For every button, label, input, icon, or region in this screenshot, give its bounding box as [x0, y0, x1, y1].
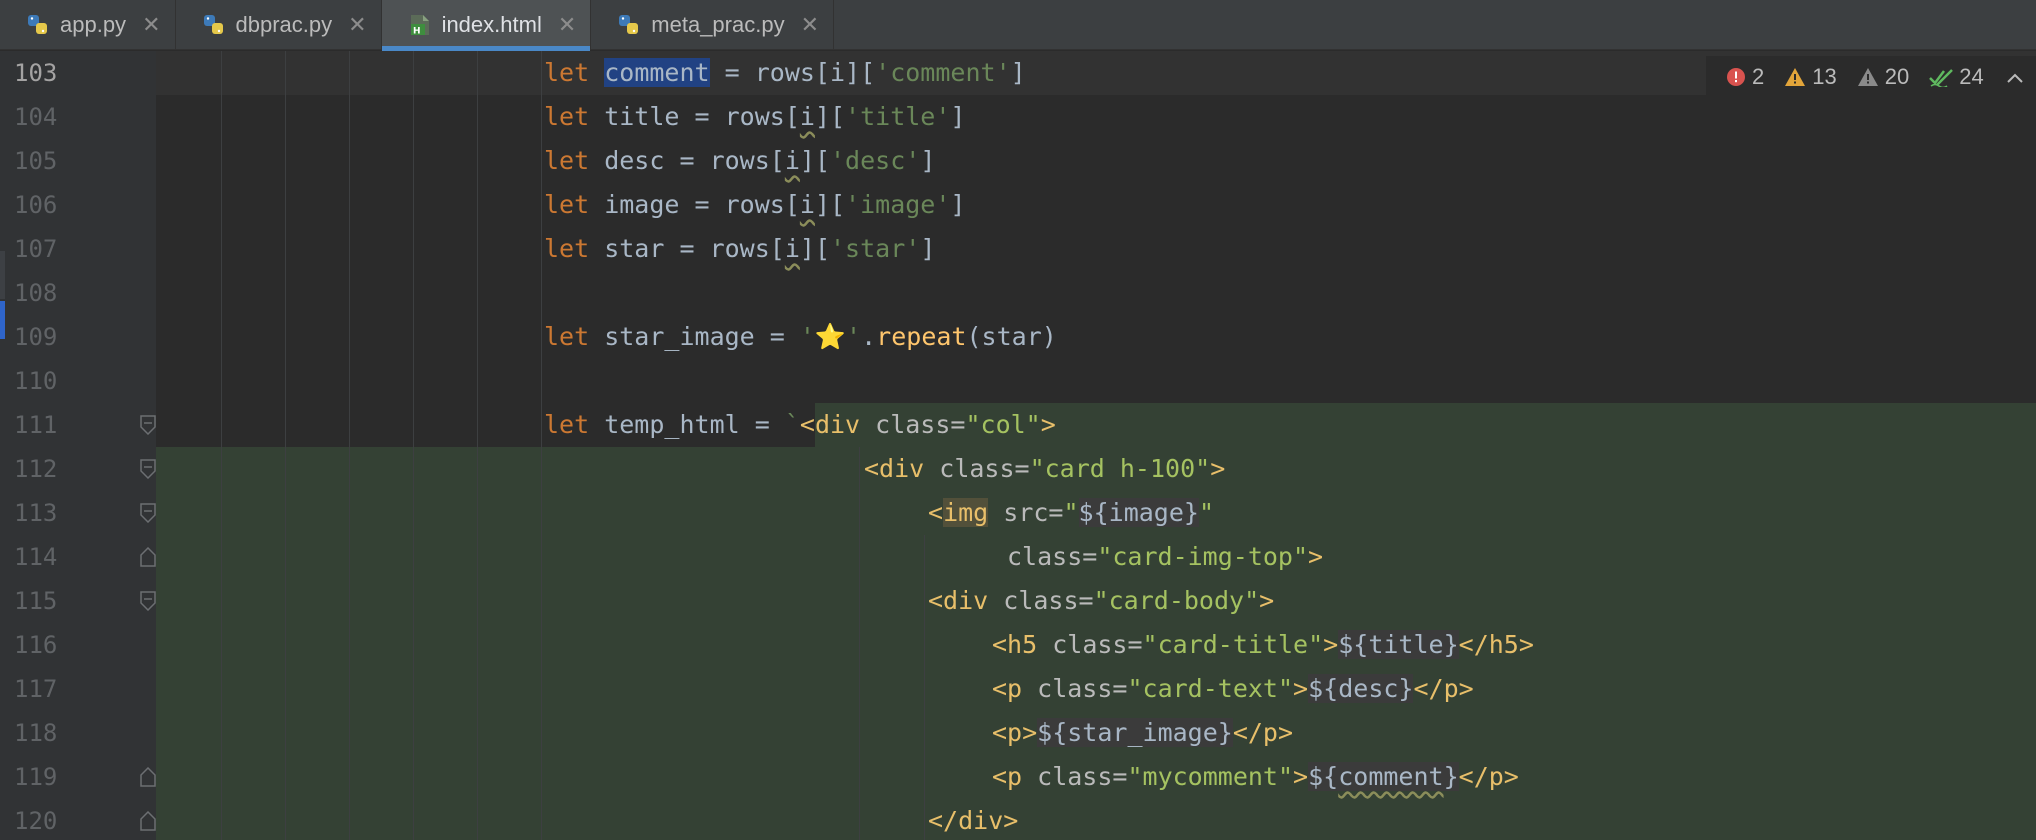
close-icon[interactable]: ✕ — [142, 13, 160, 38]
code-line[interactable]: 108 — [0, 271, 2036, 315]
line-number: 104 — [14, 103, 58, 131]
weak-warning-icon — [1857, 68, 1878, 86]
code-text: <img src="${image}" — [928, 498, 1215, 527]
fold-open-icon[interactable] — [139, 591, 157, 612]
line-number: 118 — [14, 719, 58, 747]
tab-index-html[interactable]: H index.html ✕ — [381, 0, 592, 51]
code-line[interactable]: 120 </div> — [0, 799, 2036, 840]
code-line[interactable]: 119 <p class="mycomment">${comment}</p> — [0, 755, 2036, 799]
tab-label: dbprac.py — [235, 12, 333, 37]
warning-icon — [1785, 68, 1806, 86]
line-number: 113 — [14, 499, 58, 527]
tab-dbprac-py[interactable]: dbprac.py ✕ — [176, 0, 382, 50]
code-text: let star = rows[i]['star'] — [544, 234, 936, 263]
line-number: 111 — [14, 411, 58, 439]
fold-open-icon[interactable] — [139, 459, 157, 480]
weak-warning-count[interactable]: 20 — [1857, 64, 1909, 90]
python-file-icon — [202, 13, 226, 37]
ide-window: app.py ✕ dbprac.py ✕ H index.html ✕ meta… — [0, 0, 2036, 840]
close-icon[interactable]: ✕ — [348, 13, 366, 38]
tab-meta-prac-py[interactable]: meta_prac.py ✕ — [591, 0, 835, 50]
line-number: 109 — [14, 323, 58, 351]
line-number: 119 — [14, 763, 58, 791]
fold-open-icon[interactable] — [139, 415, 157, 436]
code-line[interactable]: 107 let star = rows[i]['star'] — [0, 227, 2036, 271]
tab-label: app.py — [60, 12, 127, 37]
line-number: 107 — [14, 235, 58, 263]
double-check-icon — [1929, 69, 1954, 87]
code-text: <div class="card-body"> — [928, 586, 1275, 615]
fold-close-icon[interactable] — [139, 546, 157, 567]
line-number: 117 — [14, 675, 58, 703]
code-line[interactable]: 113 <img src="${image}" — [0, 491, 2036, 535]
code-line[interactable]: 115 <div class="card-body"> — [0, 579, 2036, 623]
close-icon[interactable]: ✕ — [801, 13, 819, 38]
code-line[interactable]: 110 — [0, 359, 2036, 403]
code-line[interactable]: 112 <div class="card h-100"> — [0, 447, 2036, 491]
code-text: <div class="card h-100"> — [864, 454, 1226, 483]
line-number: 114 — [14, 543, 58, 571]
code-line[interactable]: 105 let desc = rows[i]['desc'] — [0, 139, 2036, 183]
code-line[interactable]: 117 <p class="card-text">${desc}</p> — [0, 667, 2036, 711]
code-text: <p>${star_image}</p> — [992, 718, 1294, 747]
editor-tab-bar: app.py ✕ dbprac.py ✕ H index.html ✕ meta… — [0, 0, 2036, 51]
error-icon — [1727, 68, 1745, 86]
code-text: </div> — [928, 806, 1019, 835]
warning-count[interactable]: 13 — [1784, 64, 1837, 90]
code-editor[interactable]: 103 let comment = rows[i]['comment'] 104… — [0, 51, 2036, 840]
fold-open-icon[interactable] — [139, 503, 157, 524]
code-text: let desc = rows[i]['desc'] — [544, 146, 936, 175]
code-text: <p class="card-text">${desc}</p> — [992, 674, 1474, 703]
inspection-widget[interactable]: 2 13 20 24 — [1706, 56, 2036, 98]
code-line[interactable]: 104 let title = rows[i]['title'] — [0, 95, 2036, 139]
svg-text:H: H — [413, 27, 421, 37]
fold-close-icon[interactable] — [139, 766, 157, 787]
line-number: 112 — [14, 455, 58, 483]
line-number: 106 — [14, 191, 58, 219]
code-text: let image = rows[i]['image'] — [544, 190, 966, 219]
code-line[interactable]: 114 class="card-img-top"> — [0, 535, 2036, 579]
typo-count[interactable]: 24 — [1929, 64, 1984, 90]
code-text: <h5 class="card-title">${title}</h5> — [992, 630, 1534, 659]
python-file-icon — [617, 13, 641, 37]
code-line[interactable]: 116 <h5 class="card-title">${title}</h5> — [0, 623, 2036, 667]
tab-label: meta_prac.py — [651, 12, 785, 37]
selected-identifier: comment — [604, 58, 710, 87]
line-number: 116 — [14, 631, 58, 659]
fold-close-icon[interactable] — [139, 810, 157, 831]
code-line[interactable]: 109 let star_image = '⭐'.repeat(star) — [0, 315, 2036, 359]
code-line[interactable]: 111 let temp_html = `<div class="col"> — [0, 403, 2036, 447]
line-number: 108 — [14, 279, 58, 307]
code-text: let title = rows[i]['title'] — [544, 102, 966, 131]
line-number: 105 — [14, 147, 58, 175]
tab-label: index.html — [441, 12, 542, 37]
code-line[interactable]: 106 let image = rows[i]['image'] — [0, 183, 2036, 227]
html-file-icon: H — [408, 13, 432, 37]
code-text: class="card-img-top"> — [1007, 542, 1324, 571]
code-text: let temp_html = `<div class="col"> — [544, 410, 1056, 439]
tab-app-py[interactable]: app.py ✕ — [0, 0, 176, 50]
code-text: let comment = rows[i]['comment'] — [544, 58, 1026, 87]
line-number: 115 — [14, 587, 58, 615]
error-count[interactable]: 2 — [1726, 64, 1764, 90]
python-file-icon — [26, 13, 50, 37]
code-text: let star_image = '⭐'.repeat(star) — [544, 322, 1057, 351]
line-number: 110 — [14, 367, 58, 395]
chevron-up-icon[interactable] — [2006, 64, 2030, 90]
line-number: 120 — [14, 807, 58, 835]
close-icon[interactable]: ✕ — [558, 13, 576, 38]
line-number: 103 — [14, 59, 58, 87]
code-text: <p class="mycomment">${comment}</p> — [992, 762, 1519, 791]
code-line[interactable]: 118 <p>${star_image}</p> — [0, 711, 2036, 755]
